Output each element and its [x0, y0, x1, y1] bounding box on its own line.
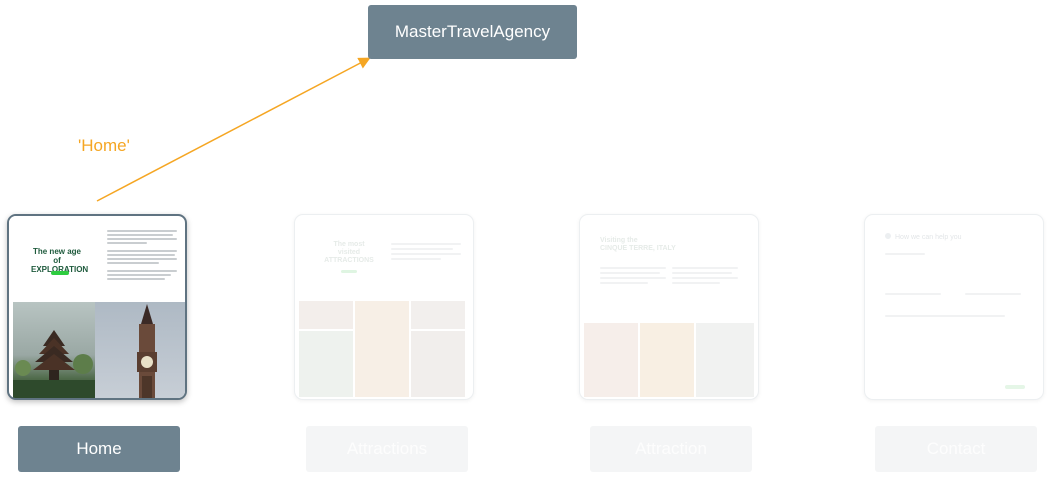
hero-panel: The new age of EXPLORATION: [9, 216, 95, 302]
attractions-headline-line1: The most: [333, 241, 365, 248]
contact-heading: How we can help you: [885, 233, 962, 241]
attraction-photo-3: [411, 301, 465, 329]
attraction-headline: Visiting the CINQUE TERRE, ITALY: [600, 237, 676, 253]
attractions-headline-line2: visited: [337, 249, 361, 256]
thumbnail-home[interactable]: The new age of EXPLORATION: [7, 214, 187, 400]
attraction-photo-5: [411, 331, 465, 397]
intro-text: [95, 216, 185, 302]
thumbnail-attraction[interactable]: Visiting the CINQUE TERRE, ITALY: [579, 214, 759, 400]
attraction-headline-line2: CINQUE TERRE, ITALY: [600, 245, 676, 252]
attractions-headline: The most visited ATTRACTIONS: [317, 241, 381, 265]
attraction-headline-line1: Visiting the: [600, 237, 638, 244]
nav-button-attraction[interactable]: Attraction: [590, 426, 752, 472]
hero-headline: The new age of EXPLORATION: [31, 247, 88, 274]
attraction-photo-c: [696, 323, 754, 397]
contact-submit: [1005, 385, 1025, 389]
help-icon: [885, 233, 891, 239]
nav-button-contact[interactable]: Contact: [875, 426, 1037, 472]
big-ben-illustration: [137, 304, 157, 398]
attraction-photo-4: [299, 331, 353, 397]
thumbnail-attractions[interactable]: The most visited ATTRACTIONS: [294, 214, 474, 400]
cta-button: [51, 271, 69, 275]
attraction-photo-1: [299, 301, 353, 329]
edge-label: 'Home': [78, 136, 130, 155]
contact-heading-text: How we can help you: [895, 234, 962, 241]
attractions-cta: [341, 270, 357, 273]
root-node-master-travel-agency[interactable]: MasterTravelAgency: [368, 5, 577, 59]
attraction-photo-a: [584, 323, 638, 397]
temple-image: [13, 302, 95, 398]
big-ben-image: [95, 302, 185, 398]
attractions-headline-line3: ATTRACTIONS: [324, 257, 374, 264]
temple-illustration: [13, 330, 95, 398]
attraction-photo-b: [640, 323, 694, 397]
edge-line: [96, 57, 371, 202]
nav-button-home[interactable]: Home: [18, 426, 180, 472]
nav-button-attractions[interactable]: Attractions: [306, 426, 468, 472]
hero-headline-line1: The new age of: [32, 247, 81, 265]
attraction-photo-2: [355, 301, 409, 397]
thumbnail-contact[interactable]: How we can help you: [864, 214, 1044, 400]
